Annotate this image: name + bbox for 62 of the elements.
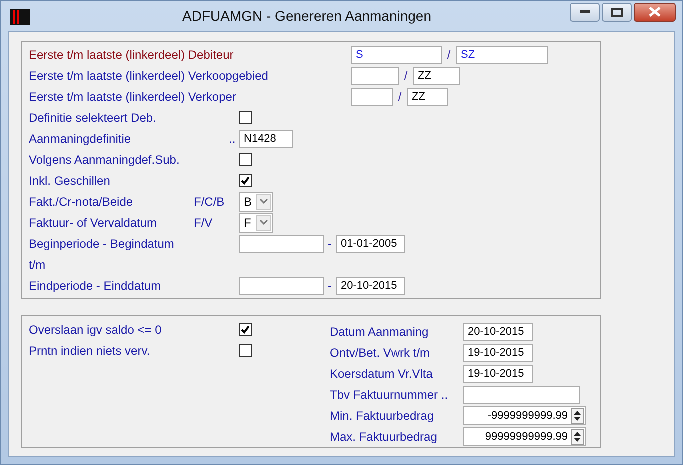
maximize-icon (611, 8, 623, 16)
to-field[interactable]: ZZ (413, 66, 460, 84)
chevron-down-icon (260, 199, 268, 204)
from-field[interactable] (351, 66, 399, 84)
date-field[interactable]: 19-10-2015 (463, 344, 533, 362)
options-hint: F/V (194, 216, 214, 230)
field-label: Definitie selekteert Deb. (29, 110, 158, 124)
from-field[interactable]: S (351, 46, 442, 64)
to-field[interactable]: SZ (456, 46, 548, 64)
lookup-dots: .. (229, 132, 237, 146)
separator: - (327, 278, 333, 292)
separator: / (446, 48, 452, 62)
separator: / (403, 68, 409, 82)
separator: / (397, 90, 403, 104)
field-label: Ontv/Bet. Vwrk t/m (330, 346, 432, 360)
checkbox[interactable] (239, 344, 252, 357)
close-icon (649, 7, 661, 17)
field-label: Faktuur- of Vervaldatum (29, 216, 158, 230)
maximize-button[interactable] (602, 2, 632, 22)
field-label: Volgens Aanmaningdef.Sub. (29, 152, 181, 166)
dropdown[interactable]: B (239, 192, 273, 212)
date-field[interactable]: 20-10-2015 (336, 276, 405, 294)
field-label: Koersdatum Vr.Vlta (330, 366, 434, 380)
field-label: Datum Aanmaning (330, 324, 430, 338)
field-label: Min. Faktuurbedrag (330, 408, 436, 422)
options-hint: F/C/B (194, 194, 226, 208)
close-button[interactable] (634, 2, 676, 22)
code-field[interactable]: N1428 (239, 130, 293, 148)
number-spinner[interactable]: 99999999999.99 (463, 427, 586, 446)
chevron-down-icon (260, 220, 268, 225)
to-field[interactable]: ZZ (407, 88, 448, 106)
field-label: Eerste t/m laatste (linkerdeel) Verkoopgebied (29, 68, 270, 82)
field-label: Inkl. Geschillen (29, 174, 112, 188)
field-label: Eindperiode - Einddatum (29, 278, 162, 292)
checkbox[interactable] (239, 153, 252, 166)
dropdown[interactable]: F (239, 212, 273, 232)
option-label: Overslaan igv saldo <= 0 (29, 322, 163, 336)
checkbox[interactable] (239, 174, 252, 187)
field-label: Aanmaningdefinitie (29, 132, 132, 146)
option-label: Prntn indien niets verv. (29, 344, 152, 358)
field-label: Beginperiode - Begindatum (29, 236, 176, 250)
separator: - (327, 236, 333, 250)
date-field[interactable]: 19-10-2015 (463, 364, 533, 382)
date-field[interactable]: 01-01-2005 (336, 234, 405, 252)
field-label: t/m (29, 258, 46, 272)
checkbox[interactable] (239, 111, 252, 124)
window-title: ADFUAMGN - Genereren Aanmaningen (182, 8, 432, 24)
minimize-icon (580, 10, 590, 14)
field-label: Eerste t/m laatste (linkerdeel) Verkoper (29, 90, 238, 104)
checkbox[interactable] (239, 323, 252, 336)
field-label: Fakt./Cr-nota/Beide (29, 194, 134, 208)
from-field[interactable] (351, 88, 393, 106)
app-icon (10, 9, 30, 25)
number-spinner[interactable]: -9999999999.99 (463, 406, 586, 425)
date-field[interactable]: 20-10-2015 (463, 322, 533, 340)
field-label: Tbv Faktuurnummer .. (330, 388, 450, 402)
minimize-button[interactable] (570, 2, 600, 22)
text-field[interactable] (463, 386, 580, 404)
date-field[interactable] (239, 234, 324, 252)
field-label: Eerste t/m laatste (linkerdeel) Debiteur (29, 48, 235, 62)
date-field[interactable] (239, 276, 324, 294)
field-label: Max. Faktuurbedrag (330, 430, 438, 444)
